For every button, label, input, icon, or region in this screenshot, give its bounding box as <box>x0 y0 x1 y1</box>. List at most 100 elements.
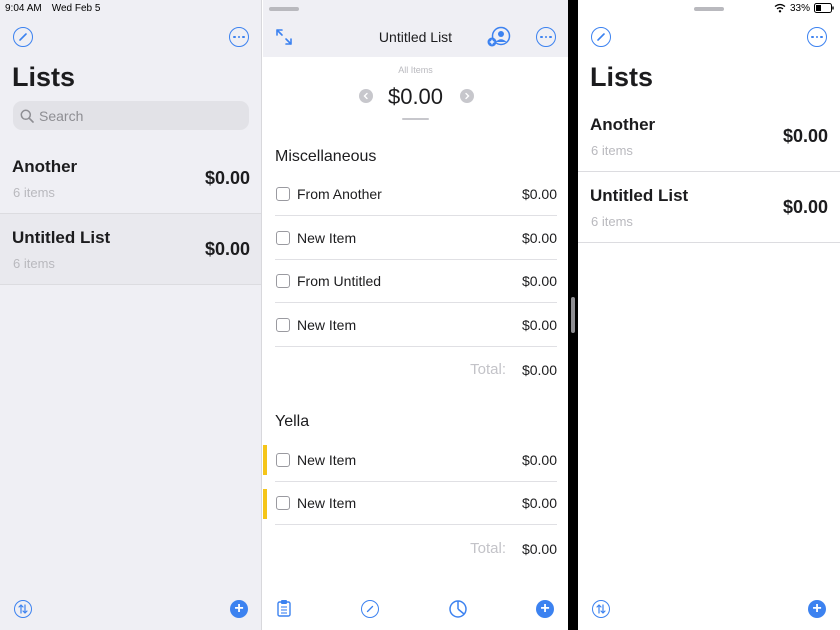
item-checkbox[interactable] <box>276 274 290 288</box>
list-item[interactable]: New Item $0.00 <box>275 439 557 482</box>
more-button[interactable] <box>229 27 249 47</box>
list-amount: $0.00 <box>204 168 250 188</box>
list-row-another[interactable]: Another 6 items $0.00 <box>578 101 840 172</box>
detail-title: Untitled List <box>378 29 453 45</box>
status-time: 9:04 AM <box>5 2 42 14</box>
status-date: Wed Feb 5 <box>51 2 101 14</box>
list-row-untitled-selected[interactable]: Untitled List 6 items $0.00 <box>0 214 261 285</box>
pie-chart-icon <box>449 600 467 618</box>
more-icon <box>811 35 823 39</box>
list-item[interactable]: From Untitled $0.00 <box>275 260 557 303</box>
section-total: Total: $0.00 <box>275 361 557 381</box>
secondary-toolbar: + <box>578 588 840 630</box>
list-item[interactable]: From Another $0.00 <box>275 173 557 216</box>
drag-handle[interactable] <box>269 7 299 11</box>
total-value: $0.00 <box>521 541 557 557</box>
total-label: Total: <box>470 540 506 557</box>
more-icon <box>233 35 245 39</box>
detail-toolbar: + <box>263 588 568 630</box>
list-item-count: 6 items <box>591 214 633 229</box>
item-label: From Another <box>297 186 382 202</box>
divider-handle[interactable] <box>571 297 575 333</box>
item-label: New Item <box>297 495 357 511</box>
compose-icon <box>19 33 27 41</box>
search-input[interactable] <box>39 107 239 124</box>
sort-icon <box>596 604 606 614</box>
compose-button[interactable] <box>13 27 33 47</box>
list-row-untitled[interactable]: Untitled List 6 items $0.00 <box>578 172 840 243</box>
item-checkbox[interactable] <box>276 187 290 201</box>
list-item[interactable]: New Item $0.00 <box>275 217 557 260</box>
compose-button[interactable] <box>591 27 611 47</box>
item-price: $0.00 <box>521 273 557 289</box>
sort-icon <box>18 604 28 614</box>
grand-total: $0.00 <box>387 84 444 109</box>
add-icon: + <box>540 600 550 617</box>
status-bar: 9:04 AM Wed Feb 5 <box>5 0 100 16</box>
item-checkbox[interactable] <box>276 453 290 467</box>
item-checkbox[interactable] <box>276 318 290 332</box>
section-title: Yella <box>275 413 310 430</box>
filter-label: All Items <box>398 65 433 75</box>
list-name: Untitled List <box>12 228 111 247</box>
clipboard-icon <box>277 600 291 617</box>
list-amount: $0.00 <box>782 197 828 217</box>
color-flag <box>263 445 267 475</box>
status-bar: 33% <box>774 0 834 16</box>
share-person-icon <box>487 26 511 47</box>
add-item-button[interactable]: + <box>536 600 554 618</box>
add-icon: + <box>812 600 822 617</box>
list-item[interactable]: New Item $0.00 <box>275 482 557 525</box>
item-label: From Untitled <box>297 273 382 289</box>
share-button[interactable] <box>487 26 511 53</box>
add-list-button[interactable]: + <box>808 600 826 618</box>
item-price: $0.00 <box>521 186 557 202</box>
sort-button[interactable] <box>14 600 32 618</box>
item-price: $0.00 <box>521 452 557 468</box>
search-field[interactable] <box>13 101 249 130</box>
more-icon <box>540 35 552 39</box>
add-icon: + <box>234 600 244 617</box>
chevron-right-icon <box>465 92 470 100</box>
add-list-button[interactable]: + <box>230 600 248 618</box>
pie-chart-button[interactable] <box>448 599 468 624</box>
list-detail-panel: Untitled List All Items $0.00 Miscellane… <box>263 0 568 630</box>
sidebar-toolbar: + <box>0 588 261 630</box>
lists-sidebar: 9:04 AM Wed Feb 5 Lists Another 6 items … <box>0 0 262 630</box>
item-price: $0.00 <box>521 317 557 333</box>
item-label: New Item <box>297 317 357 333</box>
next-filter-button[interactable] <box>460 89 474 103</box>
item-label: New Item <box>297 230 357 246</box>
list-name: Untitled List <box>590 186 689 205</box>
split-view-divider[interactable] <box>568 0 578 630</box>
list-row-another[interactable]: Another 6 items $0.00 <box>0 143 261 214</box>
item-price: $0.00 <box>521 230 557 246</box>
more-button[interactable] <box>807 27 827 47</box>
compose-icon <box>597 33 605 41</box>
sort-button[interactable] <box>592 600 610 618</box>
detail-more-button[interactable] <box>536 27 556 47</box>
list-item-count: 6 items <box>591 143 633 158</box>
list-item-count: 6 items <box>13 185 55 200</box>
drag-handle[interactable] <box>694 7 724 11</box>
list-amount: $0.00 <box>204 239 250 259</box>
total-value: $0.00 <box>521 362 557 378</box>
detail-compose-button[interactable] <box>361 600 379 618</box>
list-name: Another <box>590 115 656 134</box>
clipboard-button[interactable] <box>277 599 291 622</box>
item-price: $0.00 <box>521 495 557 511</box>
item-checkbox[interactable] <box>276 231 290 245</box>
search-icon <box>20 109 34 123</box>
lists-panel-secondary: 33% Lists Another 6 items $0.00 Untitled… <box>578 0 840 630</box>
total-label: Total: <box>470 361 506 378</box>
list-item[interactable]: New Item $0.00 <box>275 304 557 347</box>
wifi-icon <box>774 3 786 13</box>
list-item-count: 6 items <box>13 256 55 271</box>
battery-percentage: 33% <box>789 2 810 14</box>
page-title: Lists <box>12 62 76 92</box>
total-divider <box>402 118 429 120</box>
detail-header: Untitled List <box>263 0 568 57</box>
section-total: Total: $0.00 <box>275 540 557 560</box>
item-label: New Item <box>297 452 357 468</box>
item-checkbox[interactable] <box>276 496 290 510</box>
